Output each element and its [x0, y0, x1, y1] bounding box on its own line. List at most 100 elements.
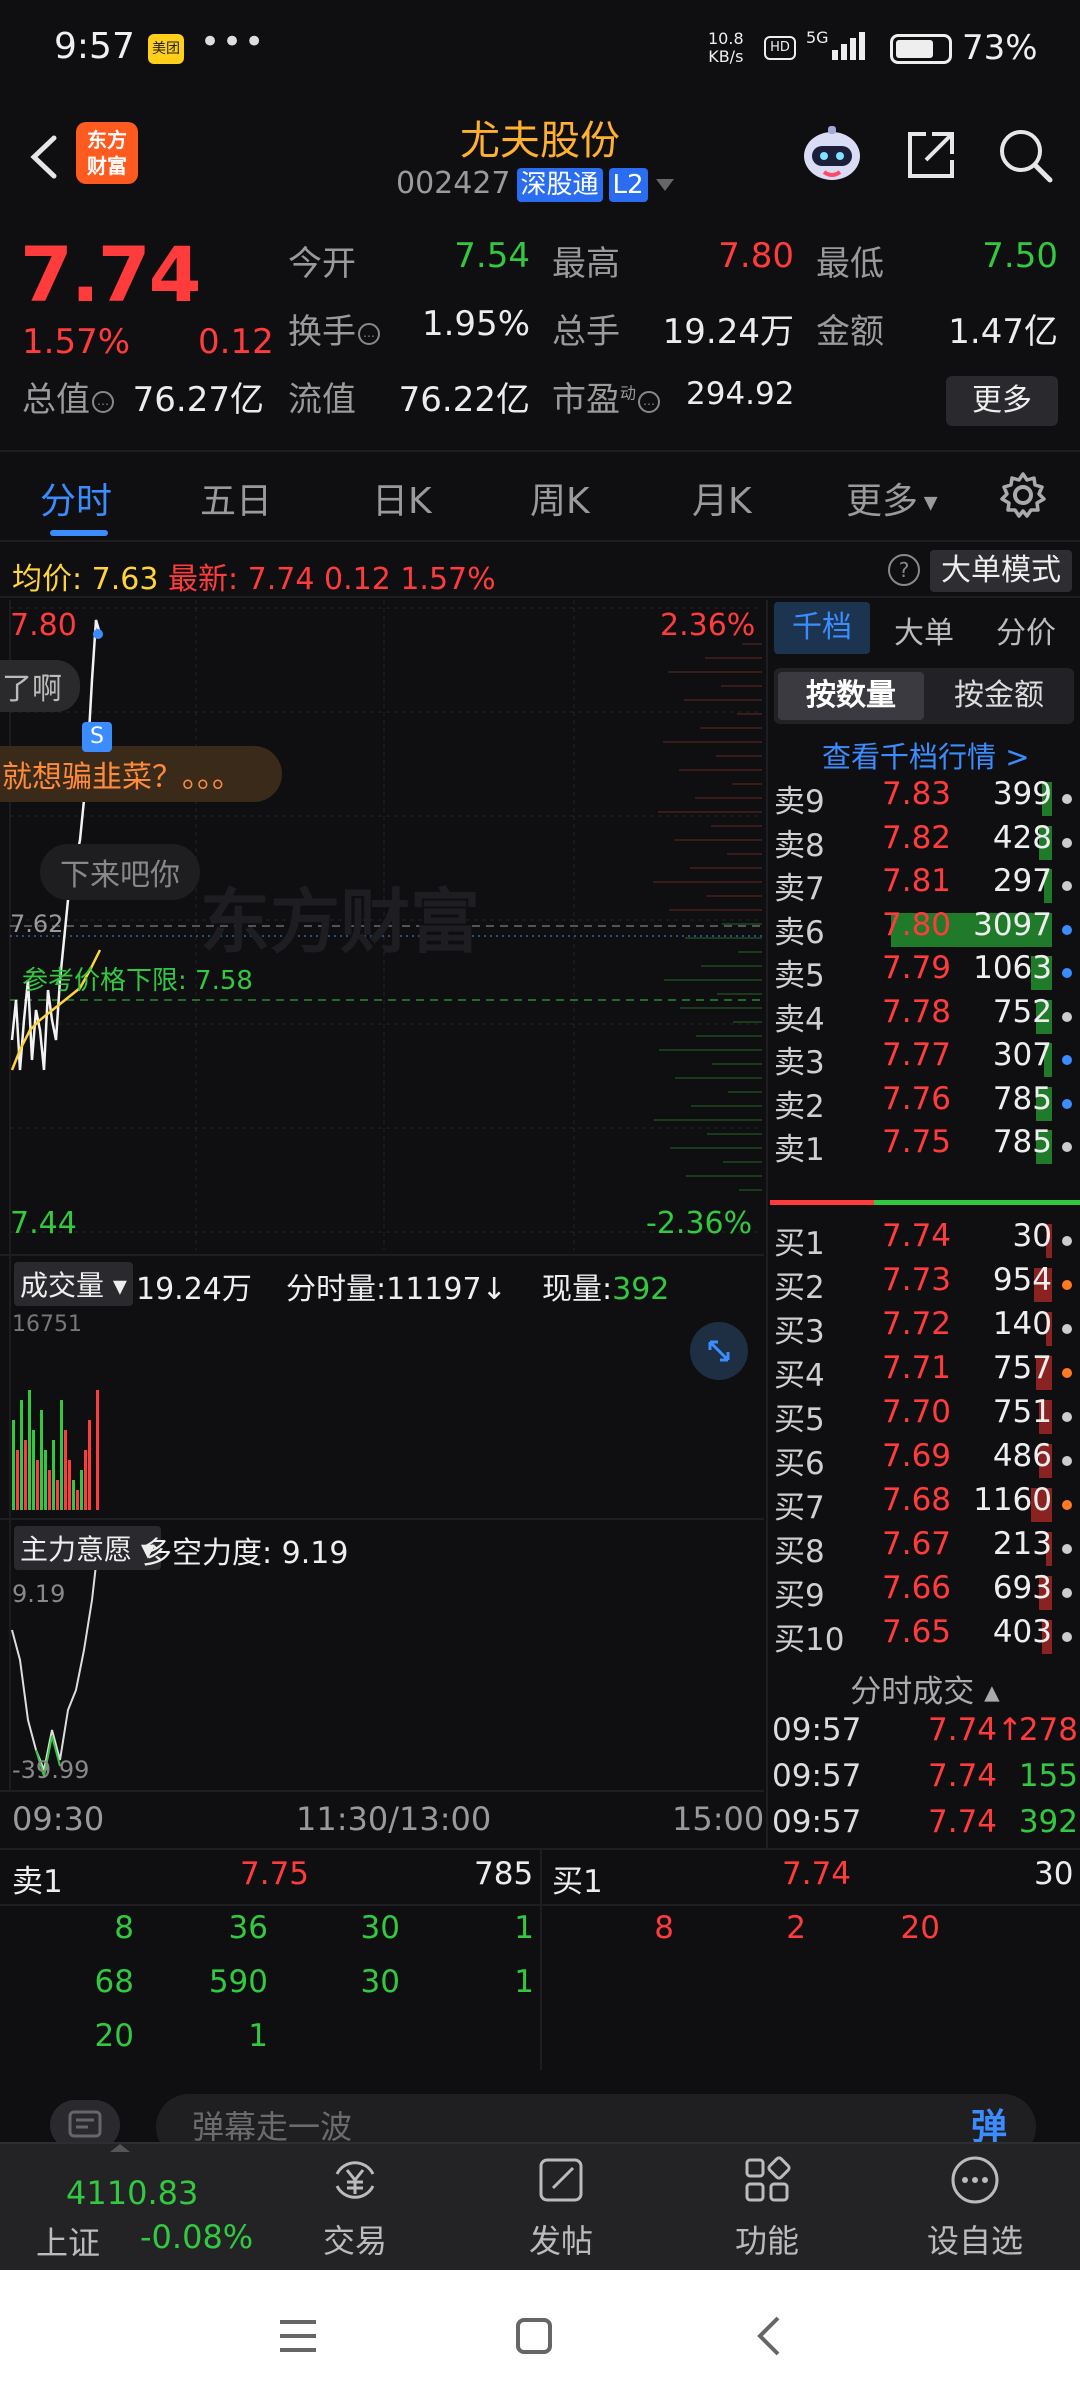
tab-big-orders[interactable]: 大单	[894, 608, 954, 652]
ask-flag-dot	[1062, 968, 1072, 978]
y-bottom-label: 7.44	[10, 1206, 77, 1241]
buy-order-cell: 2	[786, 1910, 806, 1946]
add-watchlist-button[interactable]: 设自选	[910, 2152, 1040, 2262]
comment-bar: 弹幕走一波 弹	[0, 2070, 1080, 2160]
bid-row[interactable]: 买10 7.65 403	[768, 1614, 1080, 1658]
tab-price-distribution[interactable]: 分价	[996, 608, 1056, 652]
info-icon[interactable]: …	[92, 390, 114, 413]
trade-price: 7.74↑	[928, 1712, 1023, 1748]
volume-selector[interactable]: 成交量 ▾	[14, 1262, 133, 1306]
avg-price-info: 均价: 7.63 最新: 7.74 0.12 1.57%	[12, 562, 496, 597]
tab-thousand-levels[interactable]: 千档	[774, 602, 870, 654]
robot-assistant-icon[interactable]	[798, 124, 866, 186]
spread-divider	[770, 1200, 1080, 1205]
bid-volume: 1160	[973, 1482, 1052, 1518]
volume-header: 成交量 ▾ 19.24万 分时量:11197↓ 现量:392	[0, 1254, 764, 1308]
stock-code-row[interactable]: 002427 深股通 L2	[396, 166, 674, 202]
index-change[interactable]: -0.08%	[140, 2218, 253, 2256]
bid-price: 7.71	[882, 1350, 952, 1386]
ask-row[interactable]: 卖6 7.80 3097	[768, 907, 1080, 951]
more-quote-button[interactable]: 更多	[946, 376, 1058, 426]
pe-label[interactable]: 市盈动…	[552, 372, 661, 421]
bid-row[interactable]: 买8 7.67 213	[768, 1526, 1080, 1570]
volume-bar	[72, 1480, 75, 1510]
bid-row[interactable]: 买3 7.72 140	[768, 1306, 1080, 1350]
ask-flag-dot	[1062, 1011, 1072, 1022]
by-quantity-button[interactable]: 按数量	[778, 672, 924, 720]
post-button[interactable]: 发帖	[496, 2152, 626, 2262]
gear-icon[interactable]	[998, 470, 1048, 520]
back-icon[interactable]	[748, 2314, 792, 2358]
ask-row[interactable]: 卖2 7.76 785	[768, 1081, 1080, 1125]
pe-value: 294.92	[686, 376, 795, 412]
float-label: 流值	[288, 380, 356, 420]
volume-bar	[76, 1490, 79, 1510]
bid-row[interactable]: 买6 7.69 486	[768, 1438, 1080, 1482]
force-value: 多空力度: 9.19	[142, 1536, 349, 1571]
bid-volume: 30	[1012, 1218, 1052, 1254]
info-icon[interactable]: …	[358, 322, 380, 345]
ask-row[interactable]: 卖3 7.77 307	[768, 1037, 1080, 1081]
trade-row: 09:57 7.74↑ 278	[768, 1712, 1080, 1756]
battery-percent: 73%	[962, 28, 1038, 68]
ask-row[interactable]: 卖9 7.83 399	[768, 776, 1080, 820]
tab-daily-k[interactable]: 日K	[372, 472, 432, 524]
menu-icon[interactable]	[276, 2314, 320, 2358]
buy-order-cell: 8	[654, 1910, 674, 1946]
float-value: 76.22亿	[398, 380, 530, 420]
bid-row[interactable]: 买5 7.70 751	[768, 1394, 1080, 1438]
ask-row[interactable]: 卖5 7.79 1063	[768, 950, 1080, 994]
home-icon[interactable]	[512, 2314, 556, 2358]
by-amount-button[interactable]: 按金额	[928, 672, 1070, 720]
ask-volume: 307	[992, 1037, 1052, 1073]
bid-flag-dot	[1062, 1236, 1072, 1246]
sell-signal-marker[interactable]: S	[82, 722, 112, 752]
bid-row[interactable]: 买2 7.73 954	[768, 1262, 1080, 1306]
big-order-mode-button[interactable]: 大单模式	[930, 550, 1072, 592]
mktcap-label[interactable]: 总值…	[22, 372, 114, 421]
ask-row[interactable]: 卖1 7.75 785	[768, 1124, 1080, 1168]
index-value[interactable]: 4110.83	[66, 2174, 198, 2212]
bid-level-label: 买2	[774, 1270, 825, 1306]
buy1-label: 买1	[552, 1864, 603, 1900]
intraday-chart[interactable]: 7.80 2.36% 7.44 -2.36% 7.62 参考价格下限: 7.58…	[0, 600, 764, 1850]
trade-button[interactable]: 交易	[290, 2152, 420, 2262]
ask-level-label: 卖2	[774, 1088, 825, 1125]
bid-level-label: 买5	[774, 1402, 825, 1438]
tab-intraday[interactable]: 分时	[40, 472, 112, 524]
force-selector[interactable]: 主力意愿 ▾	[14, 1526, 161, 1570]
quantity-amount-toggle: 按数量 按金额	[774, 668, 1074, 724]
ask-row[interactable]: 卖8 7.82 428	[768, 820, 1080, 864]
ask-price: 7.79	[882, 950, 952, 986]
bid-price: 7.73	[882, 1262, 952, 1298]
ask-row[interactable]: 卖7 7.81 297	[768, 863, 1080, 907]
functions-button[interactable]: 功能	[702, 2152, 832, 2262]
trades-title[interactable]: 分时成交 ▴	[768, 1666, 1080, 1710]
index-name[interactable]: 上证	[36, 2218, 100, 2264]
ask-volume: 785	[992, 1124, 1052, 1160]
turnover-label[interactable]: 换手…	[288, 304, 380, 353]
share-icon[interactable]	[902, 126, 960, 184]
sell-order-cell: 30	[360, 1964, 400, 2000]
net-speed-unit: KB/s	[708, 47, 744, 66]
tab-five-day[interactable]: 五日	[200, 472, 272, 524]
volume-bar	[96, 1390, 99, 1510]
bid-row[interactable]: 买4 7.71 757	[768, 1350, 1080, 1394]
view-levels-link[interactable]: 查看千档行情 >	[822, 734, 1030, 776]
tab-monthly-k[interactable]: 月K	[692, 472, 752, 524]
edit-icon	[539, 2158, 583, 2202]
high-label: 最高	[552, 244, 620, 284]
expand-chart-button[interactable]	[690, 1322, 748, 1380]
ask-row[interactable]: 卖4 7.78 752	[768, 994, 1080, 1038]
bid-row[interactable]: 买7 7.68 1160	[768, 1482, 1080, 1526]
pct-bottom-label: -2.36%	[646, 1206, 753, 1241]
bid-row[interactable]: 买9 7.66 693	[768, 1570, 1080, 1614]
help-icon[interactable]: ?	[888, 554, 920, 586]
search-icon[interactable]	[994, 124, 1056, 186]
info-icon[interactable]: …	[638, 390, 661, 413]
bid-price: 7.74	[882, 1218, 952, 1254]
ask-flag-dot	[1062, 1055, 1072, 1065]
bid-row[interactable]: 买1 7.74 30	[768, 1218, 1080, 1262]
tab-weekly-k[interactable]: 周K	[530, 472, 590, 524]
tab-more[interactable]: 更多 ▼	[846, 472, 938, 524]
